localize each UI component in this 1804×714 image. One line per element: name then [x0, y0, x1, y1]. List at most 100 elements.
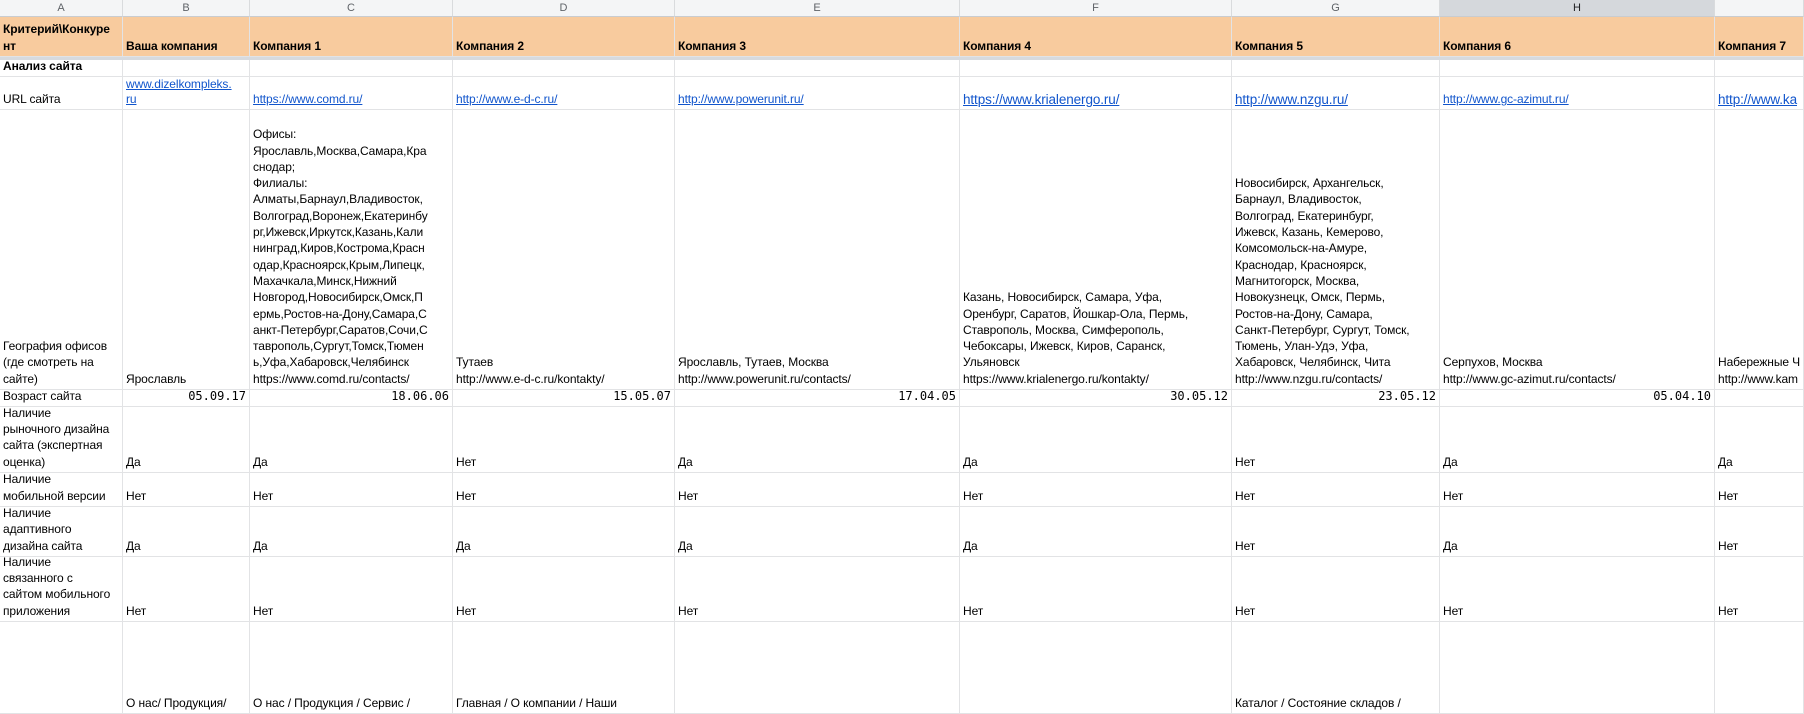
cell-A9-mobile-app-label[interactable]: Наличие связанного с сайтом мобильного п…	[0, 557, 123, 622]
cell-G6-market-design[interactable]: Нет	[1232, 407, 1440, 473]
cell-I6-market-design[interactable]: Да	[1715, 407, 1804, 473]
cell-E7-mobile-version[interactable]: Нет	[675, 473, 960, 507]
cell-A5-site-age-label[interactable]: Возраст сайта	[0, 390, 123, 407]
cell-D6-market-design[interactable]: Нет	[453, 407, 675, 473]
col-header-a[interactable]: A	[0, 0, 123, 17]
cell-F1-company-4[interactable]: Компания 4	[960, 17, 1232, 57]
cell-D8-adaptive-design[interactable]: Да	[453, 507, 675, 557]
cell-C5-site-age[interactable]: 18.06.06	[250, 390, 453, 407]
cell-D3-url-link[interactable]: http://www.e-d-c.ru/	[453, 77, 675, 110]
cell-I4-geography[interactable]: Набережные Ч http://www.kam	[1715, 110, 1804, 390]
cell-A10[interactable]	[0, 622, 123, 714]
cell-H1-company-6[interactable]: Компания 6	[1440, 17, 1715, 57]
cell-F5-site-age[interactable]: 30.05.12	[960, 390, 1232, 407]
cell-F7-mobile-version[interactable]: Нет	[960, 473, 1232, 507]
cell-F9-mobile-app[interactable]: Нет	[960, 557, 1232, 622]
cell-A3-url-label[interactable]: URL сайта	[0, 77, 123, 110]
cell-H8-adaptive-design[interactable]: Да	[1440, 507, 1715, 557]
cell-I8-adaptive-design[interactable]: Нет	[1715, 507, 1804, 557]
cell-E10[interactable]	[675, 622, 960, 714]
cell-H5-site-age[interactable]: 05.04.10	[1440, 390, 1715, 407]
cell-G10-menu-sections[interactable]: Каталог / Состояние складов /	[1232, 622, 1440, 714]
cell-A1-criteria-header[interactable]: Критерий\Конкуре нт	[0, 17, 123, 57]
cell-E8-adaptive-design[interactable]: Да	[675, 507, 960, 557]
cell-E2[interactable]	[675, 60, 960, 77]
cell-B9-mobile-app[interactable]: Нет	[123, 557, 250, 622]
cell-F8-adaptive-design[interactable]: Да	[960, 507, 1232, 557]
cell-B1-your-company[interactable]: Ваша компания	[123, 17, 250, 57]
col-header-f[interactable]: F	[960, 0, 1232, 17]
cell-E5-site-age[interactable]: 17.04.05	[675, 390, 960, 407]
cell-G9-mobile-app[interactable]: Нет	[1232, 557, 1440, 622]
cell-A7-mobile-version-label[interactable]: Наличие мобильной версии	[0, 473, 123, 507]
cell-I7-mobile-version[interactable]: Нет	[1715, 473, 1804, 507]
cell-C2[interactable]	[250, 60, 453, 77]
cell-C3-url-link[interactable]: https://www.comd.ru/	[250, 77, 453, 110]
cell-C8-adaptive-design[interactable]: Да	[250, 507, 453, 557]
cell-D5-site-age[interactable]: 15.05.07	[453, 390, 675, 407]
cell-E3-url-link[interactable]: http://www.powerunit.ru/	[675, 77, 960, 110]
col-header-b[interactable]: B	[123, 0, 250, 17]
cell-G5-site-age[interactable]: 23.05.12	[1232, 390, 1440, 407]
col-header-e[interactable]: E	[675, 0, 960, 17]
cell-C1-company-1[interactable]: Компания 1	[250, 17, 453, 57]
cell-H10[interactable]	[1440, 622, 1715, 714]
cell-I10[interactable]	[1715, 622, 1804, 714]
cell-I9-mobile-app[interactable]: Нет	[1715, 557, 1804, 622]
cell-G4-geography[interactable]: Новосибирск, Архангельск, Барнаул, Влади…	[1232, 110, 1440, 390]
cell-E4-geography[interactable]: Ярославль, Тутаев, Москва http://www.pow…	[675, 110, 960, 390]
cell-C9-mobile-app[interactable]: Нет	[250, 557, 453, 622]
cell-D1-company-2[interactable]: Компания 2	[453, 17, 675, 57]
cell-B8-adaptive-design[interactable]: Да	[123, 507, 250, 557]
cell-I5-site-age[interactable]	[1715, 390, 1804, 407]
cell-B2[interactable]	[123, 60, 250, 77]
cell-G7-mobile-version[interactable]: Нет	[1232, 473, 1440, 507]
cell-F2[interactable]	[960, 60, 1232, 77]
cell-C7-mobile-version[interactable]: Нет	[250, 473, 453, 507]
cell-C6-market-design[interactable]: Да	[250, 407, 453, 473]
spreadsheet-grid: A B C D E F G H Критерий\Конкуре нт Ваша…	[0, 0, 1804, 714]
cell-H7-mobile-version[interactable]: Нет	[1440, 473, 1715, 507]
cell-F10[interactable]	[960, 622, 1232, 714]
col-header-h-selected[interactable]: H	[1440, 0, 1715, 17]
cell-F4-geography[interactable]: Казань, Новосибирск, Самара, Уфа, Оренбу…	[960, 110, 1232, 390]
cell-G3-url-link[interactable]: http://www.nzgu.ru/	[1232, 77, 1440, 110]
cell-D2[interactable]	[453, 60, 675, 77]
cell-B4-geography[interactable]: Ярославль	[123, 110, 250, 390]
cell-G1-company-5[interactable]: Компания 5	[1232, 17, 1440, 57]
cell-H6-market-design[interactable]: Да	[1440, 407, 1715, 473]
col-header-d[interactable]: D	[453, 0, 675, 17]
cell-B7-mobile-version[interactable]: Нет	[123, 473, 250, 507]
cell-E9-mobile-app[interactable]: Нет	[675, 557, 960, 622]
cell-H9-mobile-app[interactable]: Нет	[1440, 557, 1715, 622]
cell-H2[interactable]	[1440, 60, 1715, 77]
cell-I2[interactable]	[1715, 60, 1804, 77]
cell-B10-menu-sections[interactable]: О нас/ Продукция/	[123, 622, 250, 714]
cell-F6-market-design[interactable]: Да	[960, 407, 1232, 473]
cell-A6-market-design-label[interactable]: Наличие рыночного дизайна сайта (эксперт…	[0, 407, 123, 473]
cell-B6-market-design[interactable]: Да	[123, 407, 250, 473]
cell-E6-market-design[interactable]: Да	[675, 407, 960, 473]
cell-B5-site-age[interactable]: 05.09.17	[123, 390, 250, 407]
cell-H4-geography[interactable]: Серпухов, Москва http://www.gc-azimut.ru…	[1440, 110, 1715, 390]
cell-E1-company-3[interactable]: Компания 3	[675, 17, 960, 57]
cell-D7-mobile-version[interactable]: Нет	[453, 473, 675, 507]
cell-H3-url-link[interactable]: http://www.gc-azimut.ru/	[1440, 77, 1715, 110]
cell-D9-mobile-app[interactable]: Нет	[453, 557, 675, 622]
cell-G8-adaptive-design[interactable]: Нет	[1232, 507, 1440, 557]
cell-C4-geography[interactable]: Офисы: Ярославль,Москва,Самара,Кра снода…	[250, 110, 453, 390]
cell-A8-adaptive-design-label[interactable]: Наличие адаптивного дизайна сайта	[0, 507, 123, 557]
col-header-c[interactable]: C	[250, 0, 453, 17]
cell-D10-menu-sections[interactable]: Главная / О компании / Наши	[453, 622, 675, 714]
cell-A2-section-title[interactable]: Анализ сайта	[0, 60, 123, 77]
cell-B3-url-link[interactable]: www.dizelkompleks. ru	[123, 77, 250, 110]
col-header-i[interactable]	[1715, 0, 1804, 17]
cell-I3-url-link[interactable]: http://www.ka	[1715, 77, 1804, 110]
cell-D4-geography[interactable]: Тутаев http://www.e-d-c.ru/kontakty/	[453, 110, 675, 390]
cell-I1-company-7[interactable]: Компания 7	[1715, 17, 1804, 57]
cell-A4-geography-label[interactable]: География офисов (где смотреть на сайте)	[0, 110, 123, 390]
cell-G2[interactable]	[1232, 60, 1440, 77]
cell-C10-menu-sections[interactable]: О нас / Продукция / Сервис /	[250, 622, 453, 714]
cell-F3-url-link[interactable]: https://www.krialenergo.ru/	[960, 77, 1232, 110]
col-header-g[interactable]: G	[1232, 0, 1440, 17]
